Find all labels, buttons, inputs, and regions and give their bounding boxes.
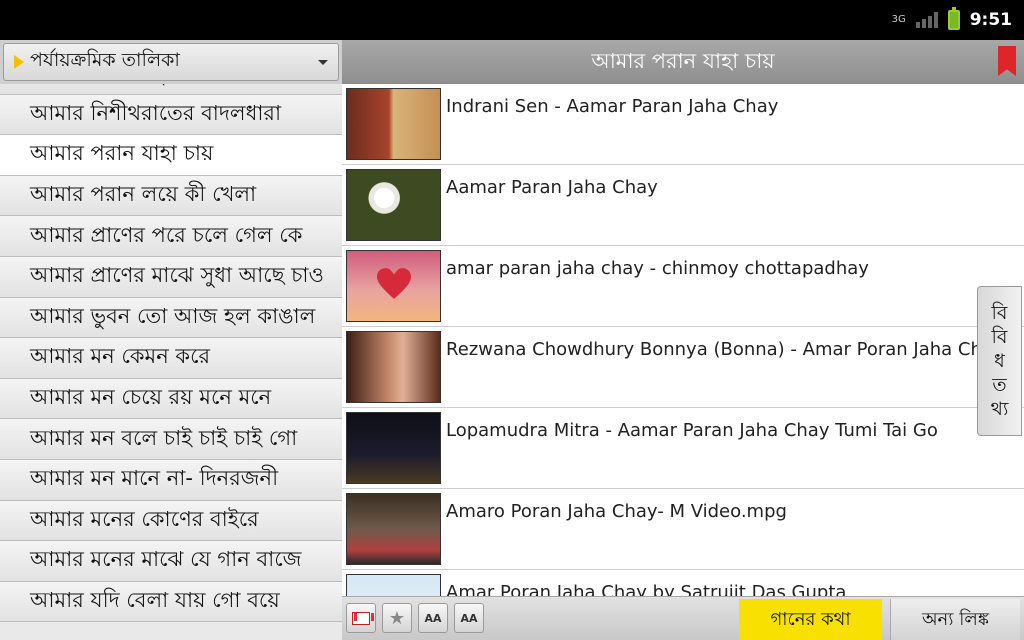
video-item[interactable]: Amar Poran Jaha Chay by Satrujit Das Gup… bbox=[342, 570, 1024, 596]
lyrics-button[interactable]: গানের কথা bbox=[739, 599, 882, 640]
video-title: Rezwana Chowdhury Bonnya (Bonna) - Amar … bbox=[446, 339, 1004, 360]
details-side-tab[interactable]: বি বি ধ ত থ্য bbox=[977, 286, 1022, 436]
song-title-header: আমার পরান যাহা চায় bbox=[342, 40, 1024, 84]
video-thumbnail bbox=[346, 493, 441, 565]
song-list-inner: আমার নিখিল ভুবন হারালেমআমার নিশীথরাতের ব… bbox=[0, 84, 342, 623]
song-list-item[interactable]: আমার মনের কোণের বাইরে bbox=[0, 500, 342, 542]
video-thumbnail bbox=[346, 88, 441, 160]
play-triangle-icon bbox=[14, 55, 24, 69]
network-type: 3G bbox=[891, 14, 906, 25]
song-list-item[interactable]: আমার প্রাণের মাঝে সুধা আছে চাও bbox=[0, 256, 342, 298]
song-list-item[interactable]: আমার প্রাণের পরে চলে গেল কে bbox=[0, 216, 342, 257]
side-tab-char: ত bbox=[992, 374, 1007, 396]
font-decrease-button[interactable]: AA bbox=[418, 603, 448, 633]
gmail-share-button[interactable] bbox=[346, 603, 376, 633]
video-item[interactable]: Aamar Paran Jaha Chay bbox=[342, 165, 1024, 246]
bookmark-icon[interactable] bbox=[998, 46, 1016, 76]
list-mode-dropdown[interactable]: পর্যায়ক্রমিক তালিকা bbox=[3, 43, 339, 81]
caret-down-icon bbox=[318, 59, 328, 65]
song-list-item[interactable]: আমার পরান যাহা চায় bbox=[0, 135, 342, 176]
favorite-button[interactable]: ★ bbox=[382, 603, 412, 633]
bottom-toolbar: ★ AA AA গানের কথা অন্য লিঙ্ক bbox=[342, 596, 1024, 640]
font-increase-icon: AA bbox=[460, 611, 478, 625]
song-list[interactable]: আমার নিখিল ভুবন হারালেমআমার নিশীথরাতের ব… bbox=[0, 84, 342, 640]
video-item[interactable]: Lopamudra Mitra - Aamar Paran Jaha Chay … bbox=[342, 408, 1024, 489]
song-list-item[interactable]: আমার মন চেয়ে রয় মনে মনে bbox=[0, 378, 342, 420]
video-item[interactable]: amar paran jaha chay - chinmoy chottapad… bbox=[342, 246, 1024, 327]
status-indicators: 3G 9:51 bbox=[892, 0, 1012, 40]
song-list-item[interactable]: আমার নিখিল ভুবন হারালেম bbox=[0, 84, 342, 95]
video-thumbnail bbox=[346, 250, 441, 322]
video-list[interactable]: Indrani Sen - Aamar Paran Jaha Chay Aama… bbox=[342, 84, 1024, 596]
gmail-icon bbox=[352, 611, 374, 625]
song-list-item[interactable]: আমার নিশীথরাতের বাদলধারা bbox=[0, 94, 342, 136]
song-list-item[interactable]: আমার মন মানে না- দিনরজনী bbox=[0, 459, 342, 501]
video-title: amar paran jaha chay - chinmoy chottapad… bbox=[446, 258, 869, 279]
page-title: আমার পরান যাহা চায় bbox=[591, 48, 775, 73]
video-title: Indrani Sen - Aamar Paran Jaha Chay bbox=[446, 96, 779, 117]
star-icon: ★ bbox=[388, 607, 406, 629]
status-bar: 3G 9:51 bbox=[0, 0, 1024, 40]
video-title: Aamar Paran Jaha Chay bbox=[446, 177, 658, 198]
dropdown-label: পর্যায়ক্রমিক তালিকা bbox=[30, 49, 180, 71]
video-title: Amar Poran Jaha Chay by Satrujit Das Gup… bbox=[446, 582, 847, 596]
heart-icon bbox=[377, 268, 411, 299]
battery-icon bbox=[947, 7, 960, 30]
video-thumbnail bbox=[346, 412, 441, 484]
clock: 9:51 bbox=[969, 10, 1012, 30]
video-item[interactable]: Rezwana Chowdhury Bonnya (Bonna) - Amar … bbox=[342, 327, 1024, 408]
other-links-button[interactable]: অন্য লিঙ্ক bbox=[890, 599, 1020, 640]
side-tab-char: থ্য bbox=[990, 398, 1009, 420]
side-tab-char: বি bbox=[991, 326, 1008, 348]
video-title: Lopamudra Mitra - Aamar Paran Jaha Chay … bbox=[446, 420, 938, 441]
video-thumbnail bbox=[346, 169, 441, 241]
song-list-item[interactable]: আমার মন বলে চাই চাই চাই গো bbox=[0, 419, 342, 460]
font-decrease-icon: AA bbox=[424, 611, 442, 625]
song-list-item[interactable]: আমার যদি বেলা যায় গো বয়ে bbox=[0, 581, 342, 623]
side-tab-char: বি bbox=[991, 302, 1008, 324]
video-title: Amaro Poran Jaha Chay- M Video.mpg bbox=[446, 501, 787, 522]
video-thumbnail bbox=[346, 331, 441, 403]
song-list-item[interactable]: আমার ভুবন তো আজ হল কাঙাল bbox=[0, 297, 342, 339]
side-tab-char: ধ bbox=[994, 350, 1005, 372]
video-item[interactable]: Indrani Sen - Aamar Paran Jaha Chay bbox=[342, 84, 1024, 165]
song-list-item[interactable]: আমার মনের মাঝে যে গান বাজে bbox=[0, 541, 342, 582]
signal-icon bbox=[915, 12, 938, 28]
left-panel-header: পর্যায়ক্রমিক তালিকা bbox=[0, 40, 342, 84]
video-item[interactable]: Amaro Poran Jaha Chay- M Video.mpg bbox=[342, 489, 1024, 570]
font-increase-button[interactable]: AA bbox=[454, 603, 484, 633]
video-thumbnail bbox=[346, 574, 441, 596]
song-list-item[interactable]: আমার মন কেমন করে bbox=[0, 338, 342, 379]
song-list-item[interactable]: আমার পরান লয়ে কী খেলা bbox=[0, 175, 342, 217]
